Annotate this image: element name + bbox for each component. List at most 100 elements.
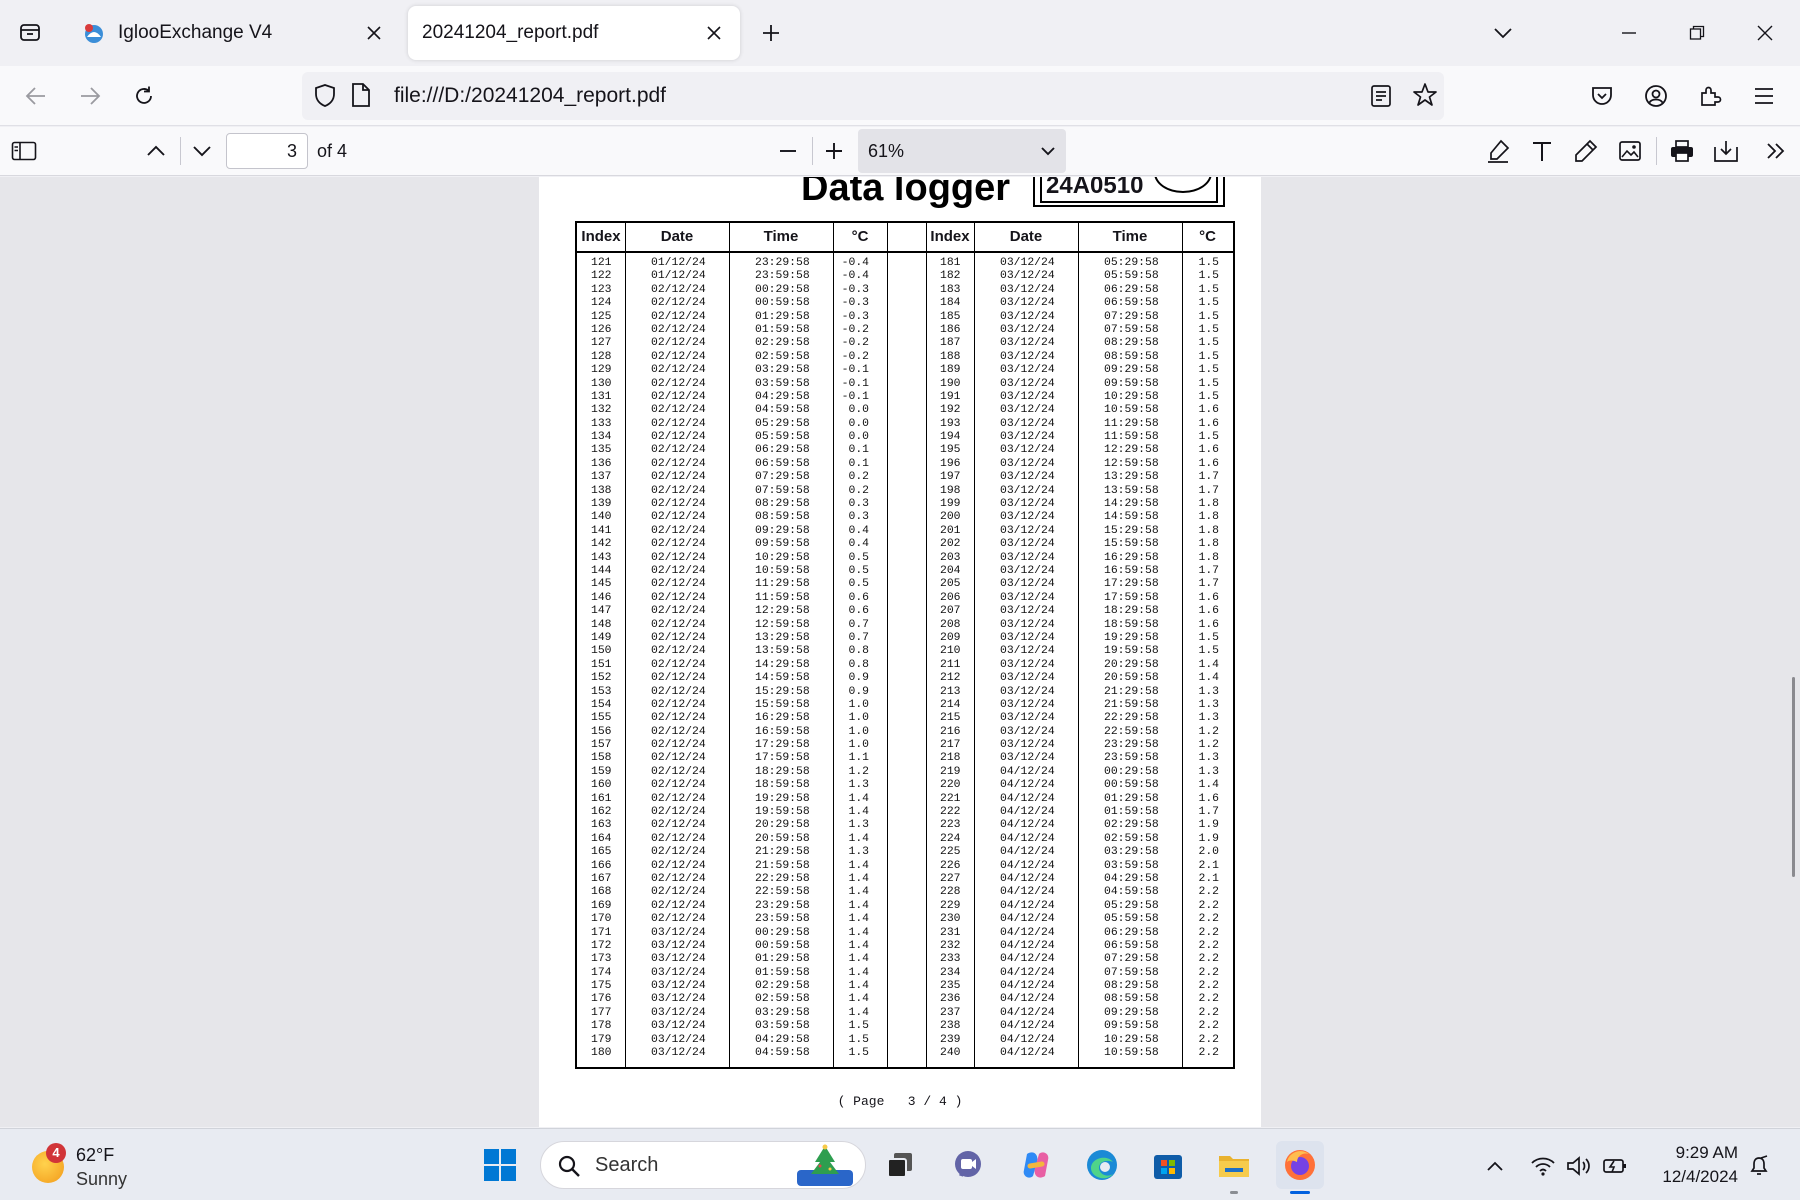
- table-cell: 1.5: [1198, 337, 1219, 350]
- minimize-icon[interactable]: [1606, 10, 1652, 56]
- table-cell: 0.1: [848, 444, 869, 457]
- table-cell: 03/12/24: [1000, 564, 1055, 577]
- table-cell: 15:59:58: [755, 698, 810, 711]
- tab-report-pdf[interactable]: 20241204_report.pdf: [408, 6, 740, 60]
- battery-icon[interactable]: [1600, 1151, 1630, 1181]
- taskbar-search[interactable]: Search: [540, 1141, 866, 1189]
- table-cell: 17:59:58: [1104, 591, 1159, 604]
- table-cell: 1.7: [1198, 471, 1219, 484]
- table-cell: 00:59:58: [755, 939, 810, 952]
- forward-arrow-icon[interactable]: [70, 76, 110, 116]
- zoom-select[interactable]: 61%: [858, 129, 1066, 173]
- table-cell: 04:59:58: [755, 1047, 810, 1060]
- table-cell: 03/12/24: [651, 1033, 706, 1046]
- volume-icon[interactable]: [1564, 1151, 1594, 1181]
- show-hidden-icons-chevron-icon[interactable]: [1480, 1151, 1510, 1181]
- table-cell: 19:29:58: [755, 792, 810, 805]
- zoom-value: 61%: [868, 140, 905, 161]
- save-download-icon[interactable]: [1708, 133, 1744, 169]
- tab-iglooexchange[interactable]: IglooExchange V4: [68, 6, 400, 60]
- url-bar[interactable]: file:///D:/20241204_report.pdf: [302, 72, 1444, 120]
- copilot-icon[interactable]: [1012, 1141, 1060, 1189]
- close-tab-icon[interactable]: [702, 21, 726, 45]
- table-cell: 205: [940, 578, 961, 591]
- notification-bell-icon[interactable]: [1744, 1151, 1774, 1181]
- table-cell: 03/12/24: [1000, 524, 1055, 537]
- task-view-icon[interactable]: [876, 1141, 924, 1189]
- table-cell: 03/12/24: [1000, 310, 1055, 323]
- firefox-icon[interactable]: [1276, 1141, 1324, 1194]
- search-icon: [557, 1154, 581, 1183]
- text-tool-icon[interactable]: [1524, 133, 1560, 169]
- table-cell: 161: [591, 792, 612, 805]
- hamburger-menu-icon[interactable]: [1744, 76, 1784, 116]
- list-all-tabs-icon[interactable]: [12, 14, 48, 50]
- table-cell: 03:29:58: [755, 364, 810, 377]
- highlight-icon[interactable]: [1480, 133, 1516, 169]
- shield-icon[interactable]: [312, 82, 338, 113]
- table-cell: 02/12/24: [651, 524, 706, 537]
- zoom-out-icon[interactable]: [770, 133, 806, 169]
- teams-chat-icon[interactable]: [944, 1141, 992, 1189]
- table-cell: 03/12/24: [1000, 444, 1055, 457]
- pocket-icon[interactable]: [1582, 76, 1622, 116]
- previous-page-icon[interactable]: [138, 133, 174, 169]
- table-cell: 02:59:58: [1104, 832, 1159, 845]
- reload-icon[interactable]: [124, 76, 164, 116]
- weather-widget[interactable]: 4 62°F Sunny: [28, 1139, 148, 1191]
- wifi-icon[interactable]: [1528, 1151, 1558, 1181]
- extensions-icon[interactable]: [1690, 76, 1730, 116]
- table-cell: 18:59:58: [755, 779, 810, 792]
- table-cell: 04/12/24: [1000, 806, 1055, 819]
- table-cell: 03/12/24: [1000, 323, 1055, 336]
- system-clock[interactable]: 9:29 AM 12/4/2024: [1638, 1141, 1738, 1189]
- file-explorer-icon[interactable]: [1210, 1141, 1258, 1194]
- table-cell: 03/12/24: [1000, 257, 1055, 269]
- table-cell: -0.1: [841, 377, 869, 390]
- next-page-icon[interactable]: [184, 133, 220, 169]
- microsoft-store-icon[interactable]: [1144, 1141, 1192, 1189]
- new-tab-icon[interactable]: [754, 16, 788, 50]
- table-cell: 02/12/24: [651, 765, 706, 778]
- table-cell: 1.2: [1198, 725, 1219, 738]
- bookmark-star-icon[interactable]: [1412, 82, 1438, 113]
- print-icon[interactable]: [1664, 133, 1700, 169]
- table-cell: 1.5: [1198, 631, 1219, 644]
- table-cell: 19:59:58: [1104, 645, 1159, 658]
- table-cell: 08:59:58: [1104, 350, 1159, 363]
- table-cell: 02/12/24: [651, 444, 706, 457]
- page-footer: ( Page 3 / 4 ): [837, 1094, 963, 1109]
- close-window-icon[interactable]: [1742, 10, 1788, 56]
- edge-browser-icon[interactable]: [1078, 1141, 1126, 1189]
- table-cell: 1.5: [1198, 297, 1219, 310]
- column-header: °C: [1199, 228, 1216, 245]
- table-cell: 0.2: [848, 471, 869, 484]
- account-icon[interactable]: [1636, 76, 1676, 116]
- draw-pen-icon[interactable]: [1568, 133, 1604, 169]
- close-tab-icon[interactable]: [362, 21, 386, 45]
- reader-view-icon[interactable]: [1370, 84, 1392, 113]
- table-cell: 04/12/24: [1000, 953, 1055, 966]
- page-number-input[interactable]: [226, 133, 308, 169]
- table-cell: 0.1: [848, 457, 869, 470]
- sidebar-toggle-icon[interactable]: [6, 133, 42, 169]
- table-cell: 01:59:58: [1104, 806, 1159, 819]
- add-image-icon[interactable]: [1612, 133, 1648, 169]
- table-cell: 03/12/24: [1000, 511, 1055, 524]
- table-cell: 1.4: [848, 792, 869, 805]
- table-cell: 1.3: [1198, 712, 1219, 725]
- table-cell: 1.3: [1198, 698, 1219, 711]
- table-cell: 157: [591, 739, 612, 752]
- zoom-in-icon[interactable]: [816, 133, 852, 169]
- vertical-scrollbar[interactable]: [1792, 677, 1795, 877]
- table-cell: 08:29:58: [1104, 337, 1159, 350]
- back-arrow-icon[interactable]: [16, 76, 56, 116]
- table-cell: -0.4: [841, 270, 869, 283]
- windows-start-icon[interactable]: [476, 1141, 524, 1189]
- pdf-viewer[interactable]: Data logger 24A0510 Index Date Time °C I…: [0, 177, 1800, 1127]
- restore-icon[interactable]: [1674, 10, 1720, 56]
- table-cell: 12:59:58: [1104, 457, 1159, 470]
- column-divider: [625, 223, 626, 1067]
- tools-overflow-icon[interactable]: [1758, 133, 1794, 169]
- chevron-down-icon[interactable]: [1486, 16, 1520, 50]
